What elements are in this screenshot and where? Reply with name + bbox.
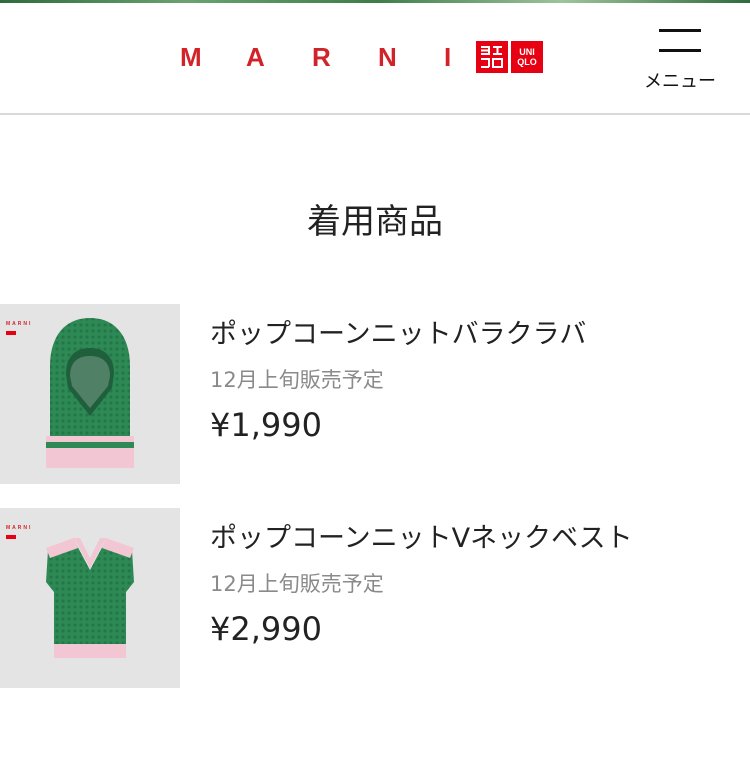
marni-letter: N bbox=[378, 42, 397, 72]
product-release-status: 12月上旬販売予定 bbox=[210, 368, 384, 392]
header-divider bbox=[0, 113, 750, 115]
uniqlo-text-bottom: QLO bbox=[517, 57, 537, 67]
marni-letter: M bbox=[180, 42, 202, 72]
marni-wordmark: M A R N I bbox=[180, 42, 474, 72]
product-item[interactable]: MARNI ポップコーンニットバラクラバ 12月上旬販売予定 ¥1,990 bbox=[0, 304, 750, 484]
uniqlo-katakana-box bbox=[476, 41, 508, 73]
menu-label: メニュー bbox=[644, 71, 716, 92]
site-header: M A R N I UNI QLO メニュー bbox=[0, 3, 750, 113]
product-item[interactable]: MARNI ポップコーンニットVネックベスト 12月上旬販売予定 ¥2,990 bbox=[0, 508, 750, 688]
mini-brand-logo: MARNI bbox=[6, 310, 32, 335]
uniqlo-katakana-icon bbox=[481, 46, 503, 68]
product-name[interactable]: ポップコーンニットバラクラバ bbox=[210, 312, 586, 351]
marni-uniqlo-logo[interactable]: M A R N I UNI QLO bbox=[180, 41, 543, 73]
product-name[interactable]: ポップコーンニットVネックベスト bbox=[210, 516, 633, 555]
mini-brand-logo: MARNI bbox=[6, 514, 32, 539]
product-image-balaclava[interactable]: MARNI bbox=[0, 304, 180, 484]
uniqlo-latin-box: UNI QLO bbox=[511, 41, 543, 73]
product-image-vest[interactable]: MARNI bbox=[0, 508, 180, 688]
product-release-status: 12月上旬販売予定 bbox=[210, 572, 384, 596]
marni-letter: R bbox=[312, 42, 331, 72]
marni-letter: I bbox=[444, 42, 452, 72]
product-price: ¥1,990 bbox=[210, 406, 322, 444]
hamburger-menu-icon bbox=[659, 29, 701, 53]
uniqlo-logo: UNI QLO bbox=[476, 41, 543, 73]
marni-letter: A bbox=[246, 42, 265, 72]
product-price: ¥2,990 bbox=[210, 610, 322, 648]
section-title: 着用商品 bbox=[307, 202, 443, 242]
menu-button[interactable]: メニュー bbox=[640, 27, 720, 92]
uniqlo-text-top: UNI bbox=[519, 47, 535, 57]
